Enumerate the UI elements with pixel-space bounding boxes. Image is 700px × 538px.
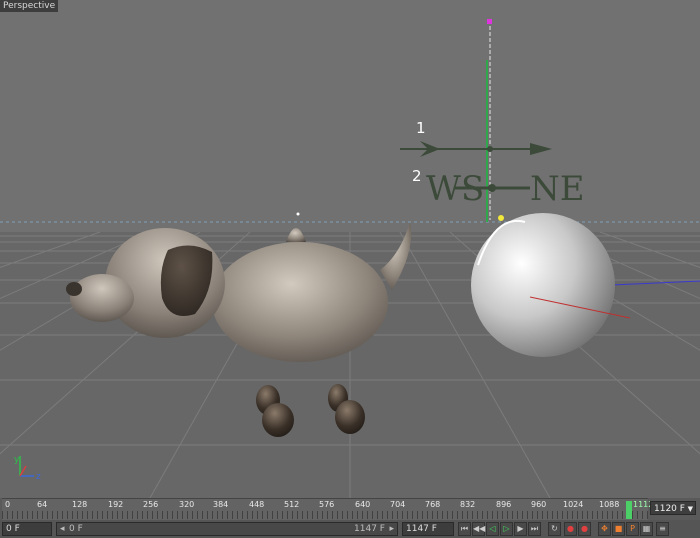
frame-range-slider[interactable]: ◂ 0 F 1147 F ▸ xyxy=(56,522,398,536)
pole-top-handle[interactable] xyxy=(487,19,492,24)
tick-label: 832 xyxy=(460,500,476,509)
tick-label: 192 xyxy=(108,500,124,509)
marker-label-2: 2 xyxy=(412,167,422,185)
timeline[interactable]: 0 64 128 192 256 320 384 448 512 576 640… xyxy=(0,498,700,521)
axis-y-label: y xyxy=(14,455,20,465)
end-frame-value: 1120 F xyxy=(654,504,685,514)
perspective-viewport[interactable]: WS NE Perspective 1 2 y z xyxy=(0,0,700,498)
tick-label: 0 xyxy=(5,500,11,509)
goto-start-button[interactable]: ⏮ xyxy=(458,522,471,536)
next-frame-button[interactable]: ▶ xyxy=(514,522,527,536)
tick-label: 384 xyxy=(213,500,229,509)
viewport-title[interactable]: Perspective xyxy=(0,0,59,12)
key-position-button[interactable]: ✥ xyxy=(598,522,611,536)
axis-gizmo-icon: y z xyxy=(8,452,48,486)
auto-key-button[interactable]: ● xyxy=(578,522,591,536)
goto-end-button[interactable]: ⏭ xyxy=(528,522,541,536)
tick-label: 448 xyxy=(249,500,265,509)
dog-snout[interactable] xyxy=(70,274,134,322)
tick-label: 320 xyxy=(179,500,195,509)
ruler-ticks xyxy=(2,511,648,519)
tick-label: 1088 xyxy=(599,500,620,509)
play-forward-button[interactable]: ▷ xyxy=(500,522,513,536)
play-backward-button[interactable]: ◁ xyxy=(486,522,499,536)
tick-label: 256 xyxy=(143,500,159,509)
record-button[interactable]: ● xyxy=(564,522,577,536)
key-param-button[interactable]: P xyxy=(626,522,639,536)
dropdown-arrow-icon: ▼ xyxy=(687,505,693,513)
tick-label: 896 xyxy=(496,500,512,509)
max-frame-field[interactable]: 1147 F xyxy=(402,522,454,536)
marker-label-1: 1 xyxy=(416,119,426,137)
slider-right-arrow-icon[interactable]: ▸ xyxy=(389,523,394,535)
key-grid-button[interactable]: ▦ xyxy=(640,522,653,536)
tick-label: 640 xyxy=(355,500,371,509)
tick-label: 960 xyxy=(531,500,547,509)
playback-controls: 0 F ◂ 0 F 1147 F ▸ 1147 F ⏮ ◀◀ ◁ ▷ ▶ ⏭ ↻… xyxy=(0,520,700,538)
range-end-value: 1147 F xyxy=(354,524,385,534)
compass-ws-text: WS xyxy=(426,169,484,209)
tick-label: 768 xyxy=(425,500,441,509)
tick-label: 704 xyxy=(390,500,406,509)
timeline-ruler[interactable]: 0 64 128 192 256 320 384 448 512 576 640… xyxy=(2,498,653,521)
tick-label: 64 xyxy=(37,500,48,509)
tick-label: 512 xyxy=(284,500,300,509)
timeline-settings-button[interactable]: ≡ xyxy=(656,522,669,536)
prev-key-button[interactable]: ◀◀ xyxy=(472,522,485,536)
max-frame-value: 1147 F xyxy=(406,524,437,534)
current-frame-value: 0 F xyxy=(6,524,20,534)
viewport-sky xyxy=(0,0,700,232)
object-center-dot xyxy=(296,212,300,216)
dog-nose[interactable] xyxy=(66,282,82,296)
range-start-value: 0 F xyxy=(69,524,83,534)
slider-left-arrow-icon[interactable]: ◂ xyxy=(60,523,65,535)
scene-canvas[interactable]: WS NE xyxy=(0,0,700,498)
loop-button[interactable]: ↻ xyxy=(548,522,561,536)
tick-label: 1024 xyxy=(563,500,584,509)
key-scale-button[interactable]: ■ xyxy=(612,522,625,536)
end-frame-dropdown[interactable]: 1120 F ▼ xyxy=(650,501,696,515)
tick-label: 128 xyxy=(72,500,88,509)
compass-ne-text: NE xyxy=(530,169,585,209)
tick-label: 576 xyxy=(319,500,335,509)
pole-pivot-handle[interactable] xyxy=(498,215,504,221)
current-frame-field[interactable]: 0 F xyxy=(2,522,52,536)
axis-z-label: z xyxy=(36,472,41,482)
timeline-playhead[interactable] xyxy=(626,501,632,519)
dog-body[interactable] xyxy=(212,242,388,362)
